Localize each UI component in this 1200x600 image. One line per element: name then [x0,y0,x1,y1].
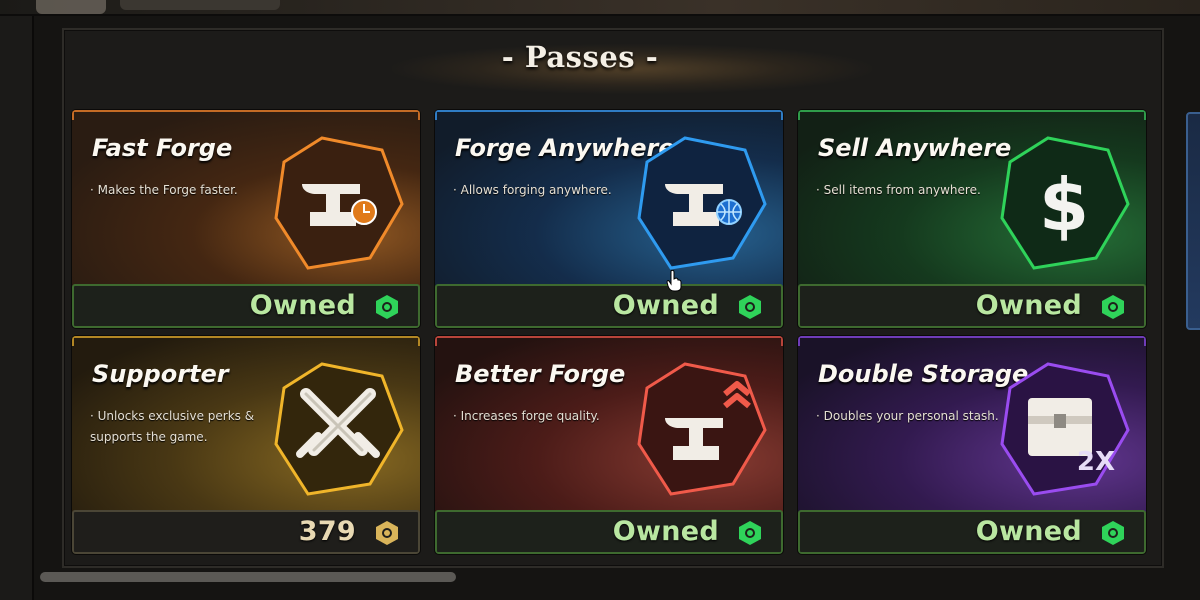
anvil-globe-icon [633,132,769,274]
pass-card-forge-anywhere[interactable]: Forge Anywhere · Allows forging anywhere… [435,110,783,328]
pass-status-owned: Owned [435,510,783,554]
pass-name: Supporter [92,360,229,388]
anvil-upgrade-icon [633,358,769,500]
pass-name: Better Forge [455,360,626,388]
scrollbar-thumb[interactable] [40,572,456,582]
next-card-peek[interactable] [1186,112,1200,330]
pass-description: · Allows forging anywhere. [453,183,612,197]
owned-label: Owned [612,290,719,321]
pass-description: · Increases forge quality. [453,409,600,423]
green-hex-coin-icon [1100,520,1126,546]
price-label: 379 [298,516,356,547]
left-rail [0,16,34,600]
gold-hex-coin-icon [374,520,400,546]
pass-status-owned: Owned [72,284,420,328]
pass-status-owned: Owned [435,284,783,328]
svg-text:$: $ [1039,163,1089,247]
owned-label: Owned [975,290,1082,321]
svg-text:2X: 2X [1077,447,1115,477]
horizontal-scrollbar[interactable] [40,572,1160,582]
pass-card-fast-forge[interactable]: Fast Forge · Makes the Forge faster. Own… [72,110,420,328]
section-title: - Passes - [501,40,659,74]
pass-name: Sell Anywhere [818,134,1012,162]
pass-description: · Unlocks exclusive perks & supports the… [90,409,255,444]
anvil-clock-icon [270,132,406,274]
green-hex-coin-icon [1100,294,1126,320]
crossed-swords-icon [270,358,406,500]
pass-name: Fast Forge [92,134,233,162]
hand-cursor-icon [666,269,682,292]
green-hex-coin-icon [737,294,763,320]
pass-card-double-storage[interactable]: Double Storage · Doubles your personal s… [798,336,1146,554]
pass-price[interactable]: 379 [72,510,420,554]
storage-2x-icon: 2X [996,358,1132,500]
pass-description: · Doubles your personal stash. [816,409,999,423]
pass-description: · Makes the Forge faster. [90,183,238,197]
top-title-bar [0,0,1200,16]
pass-card-supporter[interactable]: Supporter · Unlocks exclusive perks & su… [72,336,420,554]
green-hex-coin-icon [737,520,763,546]
pass-card-better-forge[interactable]: Better Forge · Increases forge quality. … [435,336,783,554]
owned-label: Owned [249,290,356,321]
dollar-sign-icon: $ [996,132,1132,274]
pass-description: · Sell items from anywhere. [816,183,981,197]
window-tab-left[interactable] [36,0,106,14]
window-tab-title[interactable] [120,0,280,10]
owned-label: Owned [612,516,719,547]
green-hex-coin-icon [374,294,400,320]
owned-label: Owned [975,516,1082,547]
pass-status-owned: Owned [798,284,1146,328]
pass-status-owned: Owned [798,510,1146,554]
pass-card-sell-anywhere[interactable]: Sell Anywhere · Sell items from anywhere… [798,110,1146,328]
